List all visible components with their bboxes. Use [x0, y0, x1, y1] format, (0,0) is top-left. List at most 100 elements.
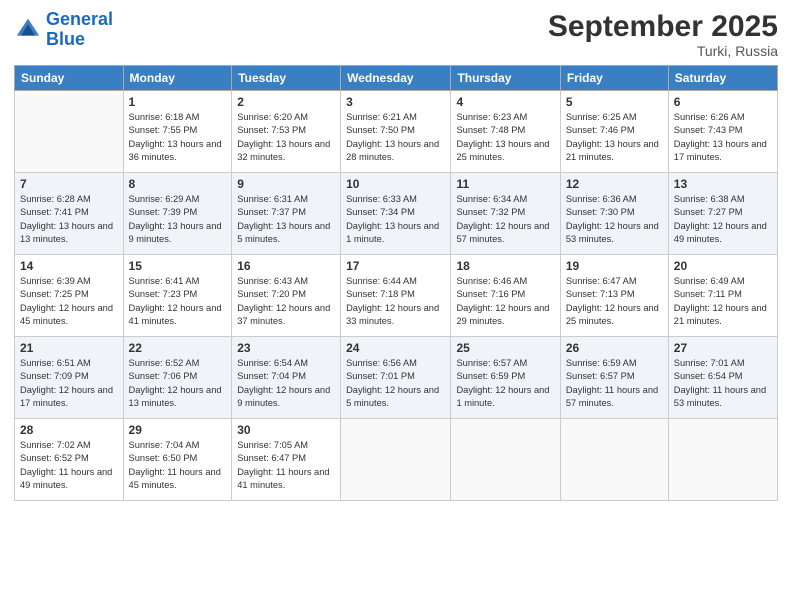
- calendar-cell: [341, 419, 451, 501]
- day-info: Sunrise: 6:44 AMSunset: 7:18 PMDaylight:…: [346, 275, 445, 329]
- calendar-cell: 24 Sunrise: 6:56 AMSunset: 7:01 PMDaylig…: [341, 337, 451, 419]
- day-number: 4: [456, 95, 554, 109]
- day-number: 9: [237, 177, 335, 191]
- calendar-cell: 17 Sunrise: 6:44 AMSunset: 7:18 PMDaylig…: [341, 255, 451, 337]
- calendar-cell: 8 Sunrise: 6:29 AMSunset: 7:39 PMDayligh…: [123, 173, 232, 255]
- day-number: 6: [674, 95, 772, 109]
- logo: General Blue: [14, 10, 113, 50]
- calendar-cell: 20 Sunrise: 6:49 AMSunset: 7:11 PMDaylig…: [668, 255, 777, 337]
- day-info: Sunrise: 6:20 AMSunset: 7:53 PMDaylight:…: [237, 111, 335, 165]
- header-area: General Blue September 2025 Turki, Russi…: [14, 10, 778, 59]
- day-info: Sunrise: 6:46 AMSunset: 7:16 PMDaylight:…: [456, 275, 554, 329]
- day-number: 17: [346, 259, 445, 273]
- day-number: 24: [346, 341, 445, 355]
- day-number: 25: [456, 341, 554, 355]
- calendar-cell: 22 Sunrise: 6:52 AMSunset: 7:06 PMDaylig…: [123, 337, 232, 419]
- calendar-cell: 19 Sunrise: 6:47 AMSunset: 7:13 PMDaylig…: [560, 255, 668, 337]
- day-number: 15: [129, 259, 227, 273]
- location-subtitle: Turki, Russia: [548, 43, 778, 59]
- logo-line1: General: [46, 9, 113, 29]
- calendar-cell: 2 Sunrise: 6:20 AMSunset: 7:53 PMDayligh…: [232, 91, 341, 173]
- day-number: 18: [456, 259, 554, 273]
- calendar-cell: [560, 419, 668, 501]
- header-tuesday: Tuesday: [232, 66, 341, 91]
- calendar-cell: [15, 91, 124, 173]
- day-number: 7: [20, 177, 118, 191]
- day-info: Sunrise: 6:51 AMSunset: 7:09 PMDaylight:…: [20, 357, 118, 411]
- day-number: 16: [237, 259, 335, 273]
- calendar-cell: 10 Sunrise: 6:33 AMSunset: 7:34 PMDaylig…: [341, 173, 451, 255]
- calendar-cell: 6 Sunrise: 6:26 AMSunset: 7:43 PMDayligh…: [668, 91, 777, 173]
- day-info: Sunrise: 6:59 AMSunset: 6:57 PMDaylight:…: [566, 357, 663, 411]
- day-number: 27: [674, 341, 772, 355]
- day-number: 5: [566, 95, 663, 109]
- day-info: Sunrise: 6:39 AMSunset: 7:25 PMDaylight:…: [20, 275, 118, 329]
- calendar-table: Sunday Monday Tuesday Wednesday Thursday…: [14, 65, 778, 501]
- calendar-cell: [451, 419, 560, 501]
- day-info: Sunrise: 7:02 AMSunset: 6:52 PMDaylight:…: [20, 439, 118, 493]
- calendar-week-row: 21 Sunrise: 6:51 AMSunset: 7:09 PMDaylig…: [15, 337, 778, 419]
- calendar-cell: 15 Sunrise: 6:41 AMSunset: 7:23 PMDaylig…: [123, 255, 232, 337]
- header-monday: Monday: [123, 66, 232, 91]
- calendar-cell: 29 Sunrise: 7:04 AMSunset: 6:50 PMDaylig…: [123, 419, 232, 501]
- calendar-week-row: 1 Sunrise: 6:18 AMSunset: 7:55 PMDayligh…: [15, 91, 778, 173]
- day-info: Sunrise: 6:43 AMSunset: 7:20 PMDaylight:…: [237, 275, 335, 329]
- day-info: Sunrise: 6:26 AMSunset: 7:43 PMDaylight:…: [674, 111, 772, 165]
- day-number: 21: [20, 341, 118, 355]
- day-info: Sunrise: 6:57 AMSunset: 6:59 PMDaylight:…: [456, 357, 554, 411]
- day-info: Sunrise: 6:56 AMSunset: 7:01 PMDaylight:…: [346, 357, 445, 411]
- calendar-cell: 1 Sunrise: 6:18 AMSunset: 7:55 PMDayligh…: [123, 91, 232, 173]
- day-info: Sunrise: 7:01 AMSunset: 6:54 PMDaylight:…: [674, 357, 772, 411]
- calendar-cell: 12 Sunrise: 6:36 AMSunset: 7:30 PMDaylig…: [560, 173, 668, 255]
- calendar-cell: 5 Sunrise: 6:25 AMSunset: 7:46 PMDayligh…: [560, 91, 668, 173]
- day-info: Sunrise: 6:34 AMSunset: 7:32 PMDaylight:…: [456, 193, 554, 247]
- day-number: 1: [129, 95, 227, 109]
- day-info: Sunrise: 6:36 AMSunset: 7:30 PMDaylight:…: [566, 193, 663, 247]
- calendar-cell: 3 Sunrise: 6:21 AMSunset: 7:50 PMDayligh…: [341, 91, 451, 173]
- calendar-cell: 25 Sunrise: 6:57 AMSunset: 6:59 PMDaylig…: [451, 337, 560, 419]
- day-number: 11: [456, 177, 554, 191]
- header-thursday: Thursday: [451, 66, 560, 91]
- day-number: 19: [566, 259, 663, 273]
- day-info: Sunrise: 6:29 AMSunset: 7:39 PMDaylight:…: [129, 193, 227, 247]
- day-number: 8: [129, 177, 227, 191]
- logo-line2: Blue: [46, 29, 85, 49]
- header-wednesday: Wednesday: [341, 66, 451, 91]
- day-number: 30: [237, 423, 335, 437]
- header-saturday: Saturday: [668, 66, 777, 91]
- day-number: 28: [20, 423, 118, 437]
- day-number: 14: [20, 259, 118, 273]
- title-area: September 2025 Turki, Russia: [548, 10, 778, 59]
- month-title: September 2025: [548, 10, 778, 43]
- calendar-cell: 9 Sunrise: 6:31 AMSunset: 7:37 PMDayligh…: [232, 173, 341, 255]
- day-info: Sunrise: 6:31 AMSunset: 7:37 PMDaylight:…: [237, 193, 335, 247]
- calendar-week-row: 28 Sunrise: 7:02 AMSunset: 6:52 PMDaylig…: [15, 419, 778, 501]
- day-number: 3: [346, 95, 445, 109]
- page-container: General Blue September 2025 Turki, Russi…: [0, 0, 792, 511]
- calendar-cell: 23 Sunrise: 6:54 AMSunset: 7:04 PMDaylig…: [232, 337, 341, 419]
- header-friday: Friday: [560, 66, 668, 91]
- weekday-header-row: Sunday Monday Tuesday Wednesday Thursday…: [15, 66, 778, 91]
- day-info: Sunrise: 6:23 AMSunset: 7:48 PMDaylight:…: [456, 111, 554, 165]
- day-number: 2: [237, 95, 335, 109]
- calendar-cell: 13 Sunrise: 6:38 AMSunset: 7:27 PMDaylig…: [668, 173, 777, 255]
- day-info: Sunrise: 6:41 AMSunset: 7:23 PMDaylight:…: [129, 275, 227, 329]
- calendar-cell: 26 Sunrise: 6:59 AMSunset: 6:57 PMDaylig…: [560, 337, 668, 419]
- day-info: Sunrise: 6:38 AMSunset: 7:27 PMDaylight:…: [674, 193, 772, 247]
- calendar-cell: 7 Sunrise: 6:28 AMSunset: 7:41 PMDayligh…: [15, 173, 124, 255]
- day-number: 12: [566, 177, 663, 191]
- day-number: 23: [237, 341, 335, 355]
- day-info: Sunrise: 6:33 AMSunset: 7:34 PMDaylight:…: [346, 193, 445, 247]
- day-info: Sunrise: 6:49 AMSunset: 7:11 PMDaylight:…: [674, 275, 772, 329]
- day-info: Sunrise: 6:28 AMSunset: 7:41 PMDaylight:…: [20, 193, 118, 247]
- day-info: Sunrise: 6:54 AMSunset: 7:04 PMDaylight:…: [237, 357, 335, 411]
- day-info: Sunrise: 6:52 AMSunset: 7:06 PMDaylight:…: [129, 357, 227, 411]
- calendar-cell: 14 Sunrise: 6:39 AMSunset: 7:25 PMDaylig…: [15, 255, 124, 337]
- day-info: Sunrise: 6:47 AMSunset: 7:13 PMDaylight:…: [566, 275, 663, 329]
- day-info: Sunrise: 7:05 AMSunset: 6:47 PMDaylight:…: [237, 439, 335, 493]
- day-number: 20: [674, 259, 772, 273]
- calendar-cell: 11 Sunrise: 6:34 AMSunset: 7:32 PMDaylig…: [451, 173, 560, 255]
- calendar-week-row: 14 Sunrise: 6:39 AMSunset: 7:25 PMDaylig…: [15, 255, 778, 337]
- calendar-cell: 18 Sunrise: 6:46 AMSunset: 7:16 PMDaylig…: [451, 255, 560, 337]
- day-info: Sunrise: 6:21 AMSunset: 7:50 PMDaylight:…: [346, 111, 445, 165]
